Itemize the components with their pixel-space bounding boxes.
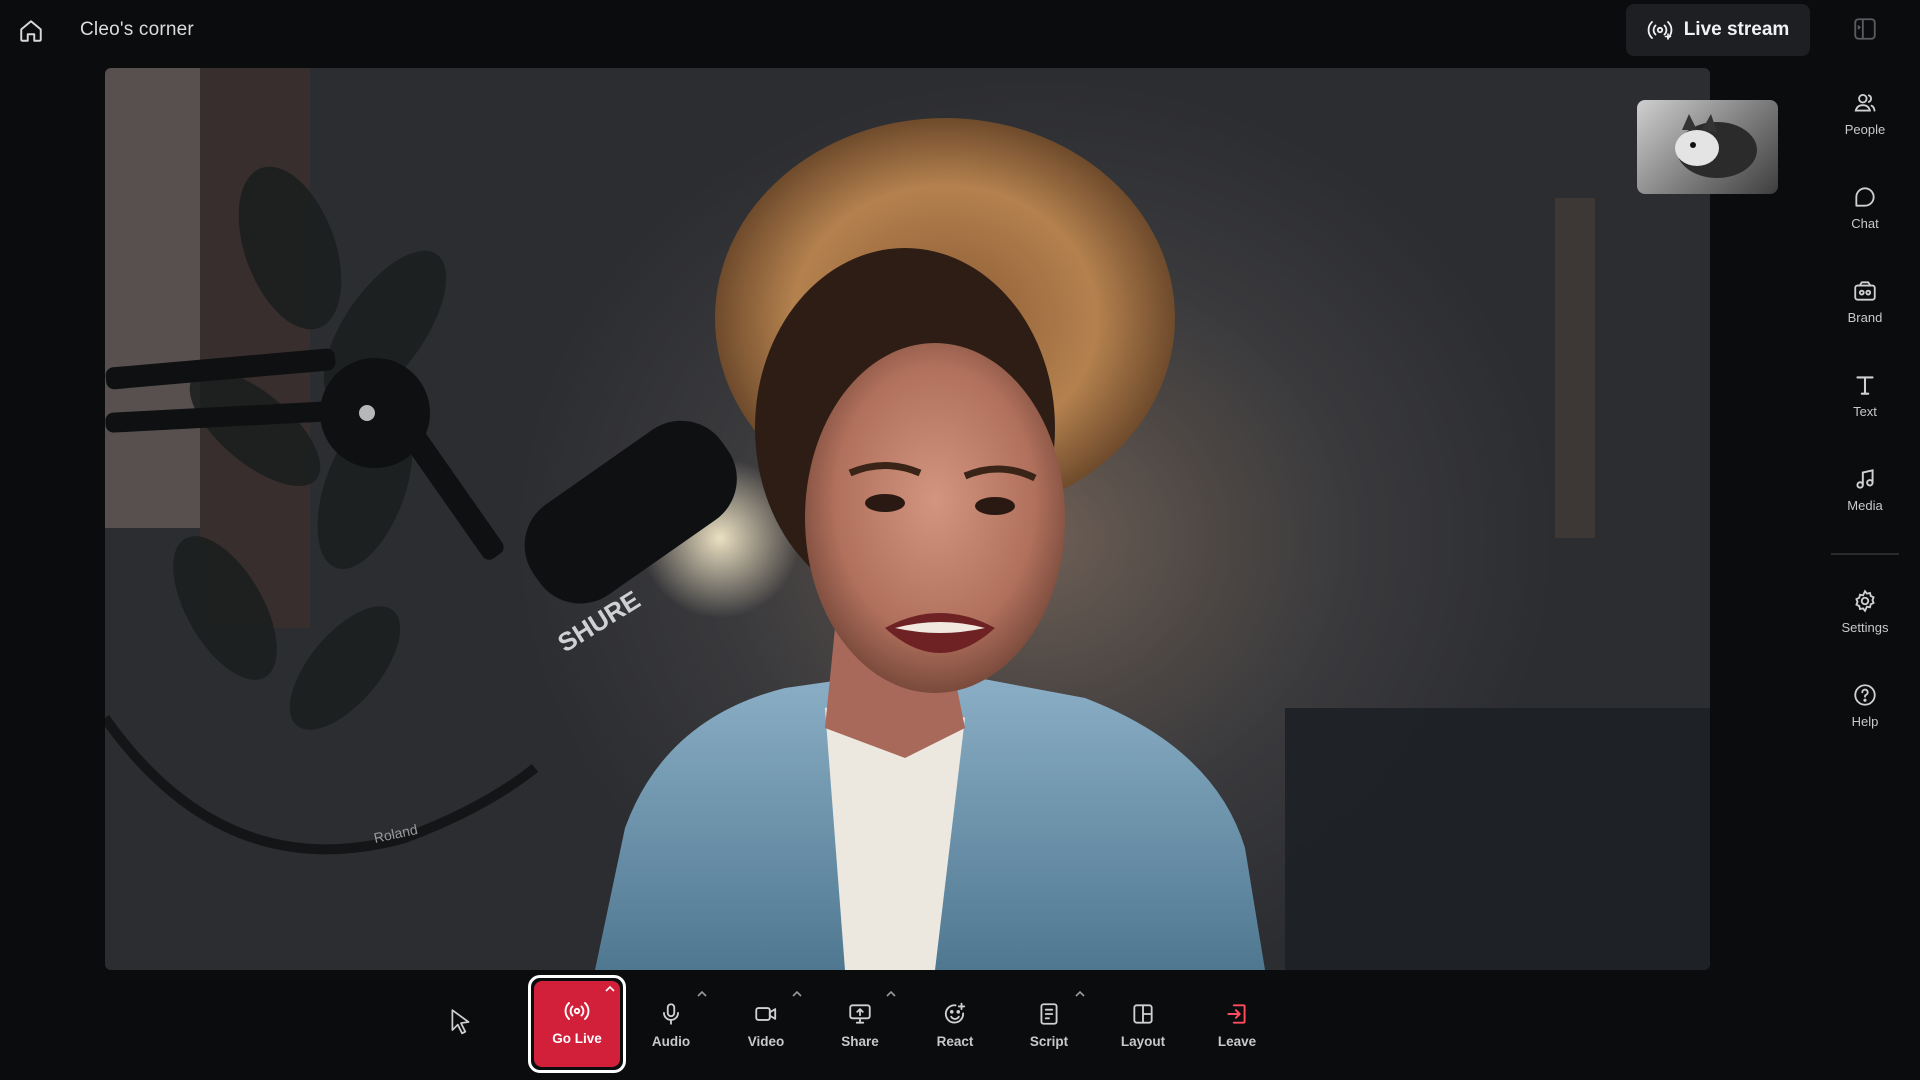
people-icon — [1854, 93, 1876, 112]
sidebar-item-text[interactable]: Text — [1820, 362, 1910, 432]
sidebar-item-label: Brand — [1847, 310, 1883, 325]
audio-label: Audio — [651, 1034, 691, 1049]
sidebar-item-label: Media — [1847, 498, 1883, 513]
broadcast-icon — [1647, 21, 1672, 40]
presenter-video: SHURE Roland — [105, 68, 1710, 970]
sidebar-divider — [1831, 553, 1899, 555]
home-button[interactable] — [14, 14, 48, 48]
sidebar-item-label: Settings — [1841, 620, 1889, 635]
exit-icon — [1227, 1004, 1246, 1024]
sidebar-item-settings[interactable]: Settings — [1820, 578, 1910, 648]
live-stream-button[interactable]: Live stream — [1626, 4, 1810, 56]
pip-video-image — [1675, 114, 1757, 178]
chevron-up-icon[interactable] — [1074, 990, 1086, 998]
audio-button[interactable]: Audio — [628, 980, 714, 1068]
sidebar-item-brand[interactable]: Brand — [1820, 268, 1910, 338]
go-live-button[interactable]: Go Live — [528, 975, 626, 1073]
document-icon — [1040, 1003, 1058, 1025]
panel-toggle-button[interactable] — [1852, 16, 1878, 42]
script-label: Script — [1029, 1034, 1069, 1049]
share-button[interactable]: Share — [817, 980, 903, 1068]
script-button[interactable]: Script — [1006, 980, 1092, 1068]
live-stream-label: Live stream — [1683, 19, 1790, 40]
sidebar-item-label: Text — [1853, 404, 1877, 419]
music-note-icon — [1856, 469, 1874, 489]
chevron-up-icon[interactable] — [604, 985, 616, 993]
video-camera-icon — [755, 1007, 777, 1021]
sidebar-item-label: Help — [1851, 714, 1879, 729]
react-button[interactable]: React — [912, 980, 998, 1068]
gear-icon — [1855, 589, 1875, 613]
sidebar-item-chat[interactable]: Chat — [1820, 174, 1910, 244]
sidebar-item-people[interactable]: People — [1820, 80, 1910, 150]
emoji-add-icon — [944, 1002, 966, 1024]
top-bar: Cleo's corner Live stream — [0, 0, 1920, 62]
microphone-icon — [663, 1003, 679, 1025]
home-icon — [20, 20, 42, 42]
leave-button[interactable]: Leave — [1194, 980, 1280, 1068]
leave-label: Leave — [1217, 1034, 1257, 1049]
sidebar-item-label: Chat — [1851, 216, 1879, 231]
sidebar-item-label: People — [1844, 122, 1886, 137]
go-live-label: Go Live — [552, 1031, 602, 1046]
share-label: Share — [841, 1034, 879, 1049]
main-video-stage[interactable]: SHURE Roland — [105, 68, 1710, 970]
panel-toggle-icon — [1854, 18, 1876, 40]
layout-button[interactable]: Layout — [1100, 980, 1186, 1068]
brand-icon — [1854, 281, 1876, 301]
chat-icon — [1855, 187, 1875, 207]
video-label: Video — [747, 1034, 785, 1049]
chevron-up-icon[interactable] — [885, 990, 897, 998]
sidebar-item-media[interactable]: Media — [1820, 456, 1910, 526]
text-icon — [1856, 376, 1874, 395]
cursor-icon — [451, 1009, 470, 1035]
sidebar-item-help[interactable]: Help — [1820, 672, 1910, 742]
chevron-up-icon[interactable] — [791, 990, 803, 998]
layout-label: Layout — [1120, 1034, 1166, 1049]
help-icon — [1854, 684, 1876, 706]
broadcast-icon — [564, 1002, 590, 1020]
chevron-up-icon[interactable] — [696, 990, 708, 998]
room-title: Cleo's corner — [80, 19, 194, 40]
layout-icon — [1133, 1004, 1153, 1024]
pip-thumbnail[interactable] — [1637, 100, 1778, 194]
screen-share-icon — [849, 1004, 871, 1024]
react-label: React — [936, 1034, 974, 1049]
video-button[interactable]: Video — [723, 980, 809, 1068]
